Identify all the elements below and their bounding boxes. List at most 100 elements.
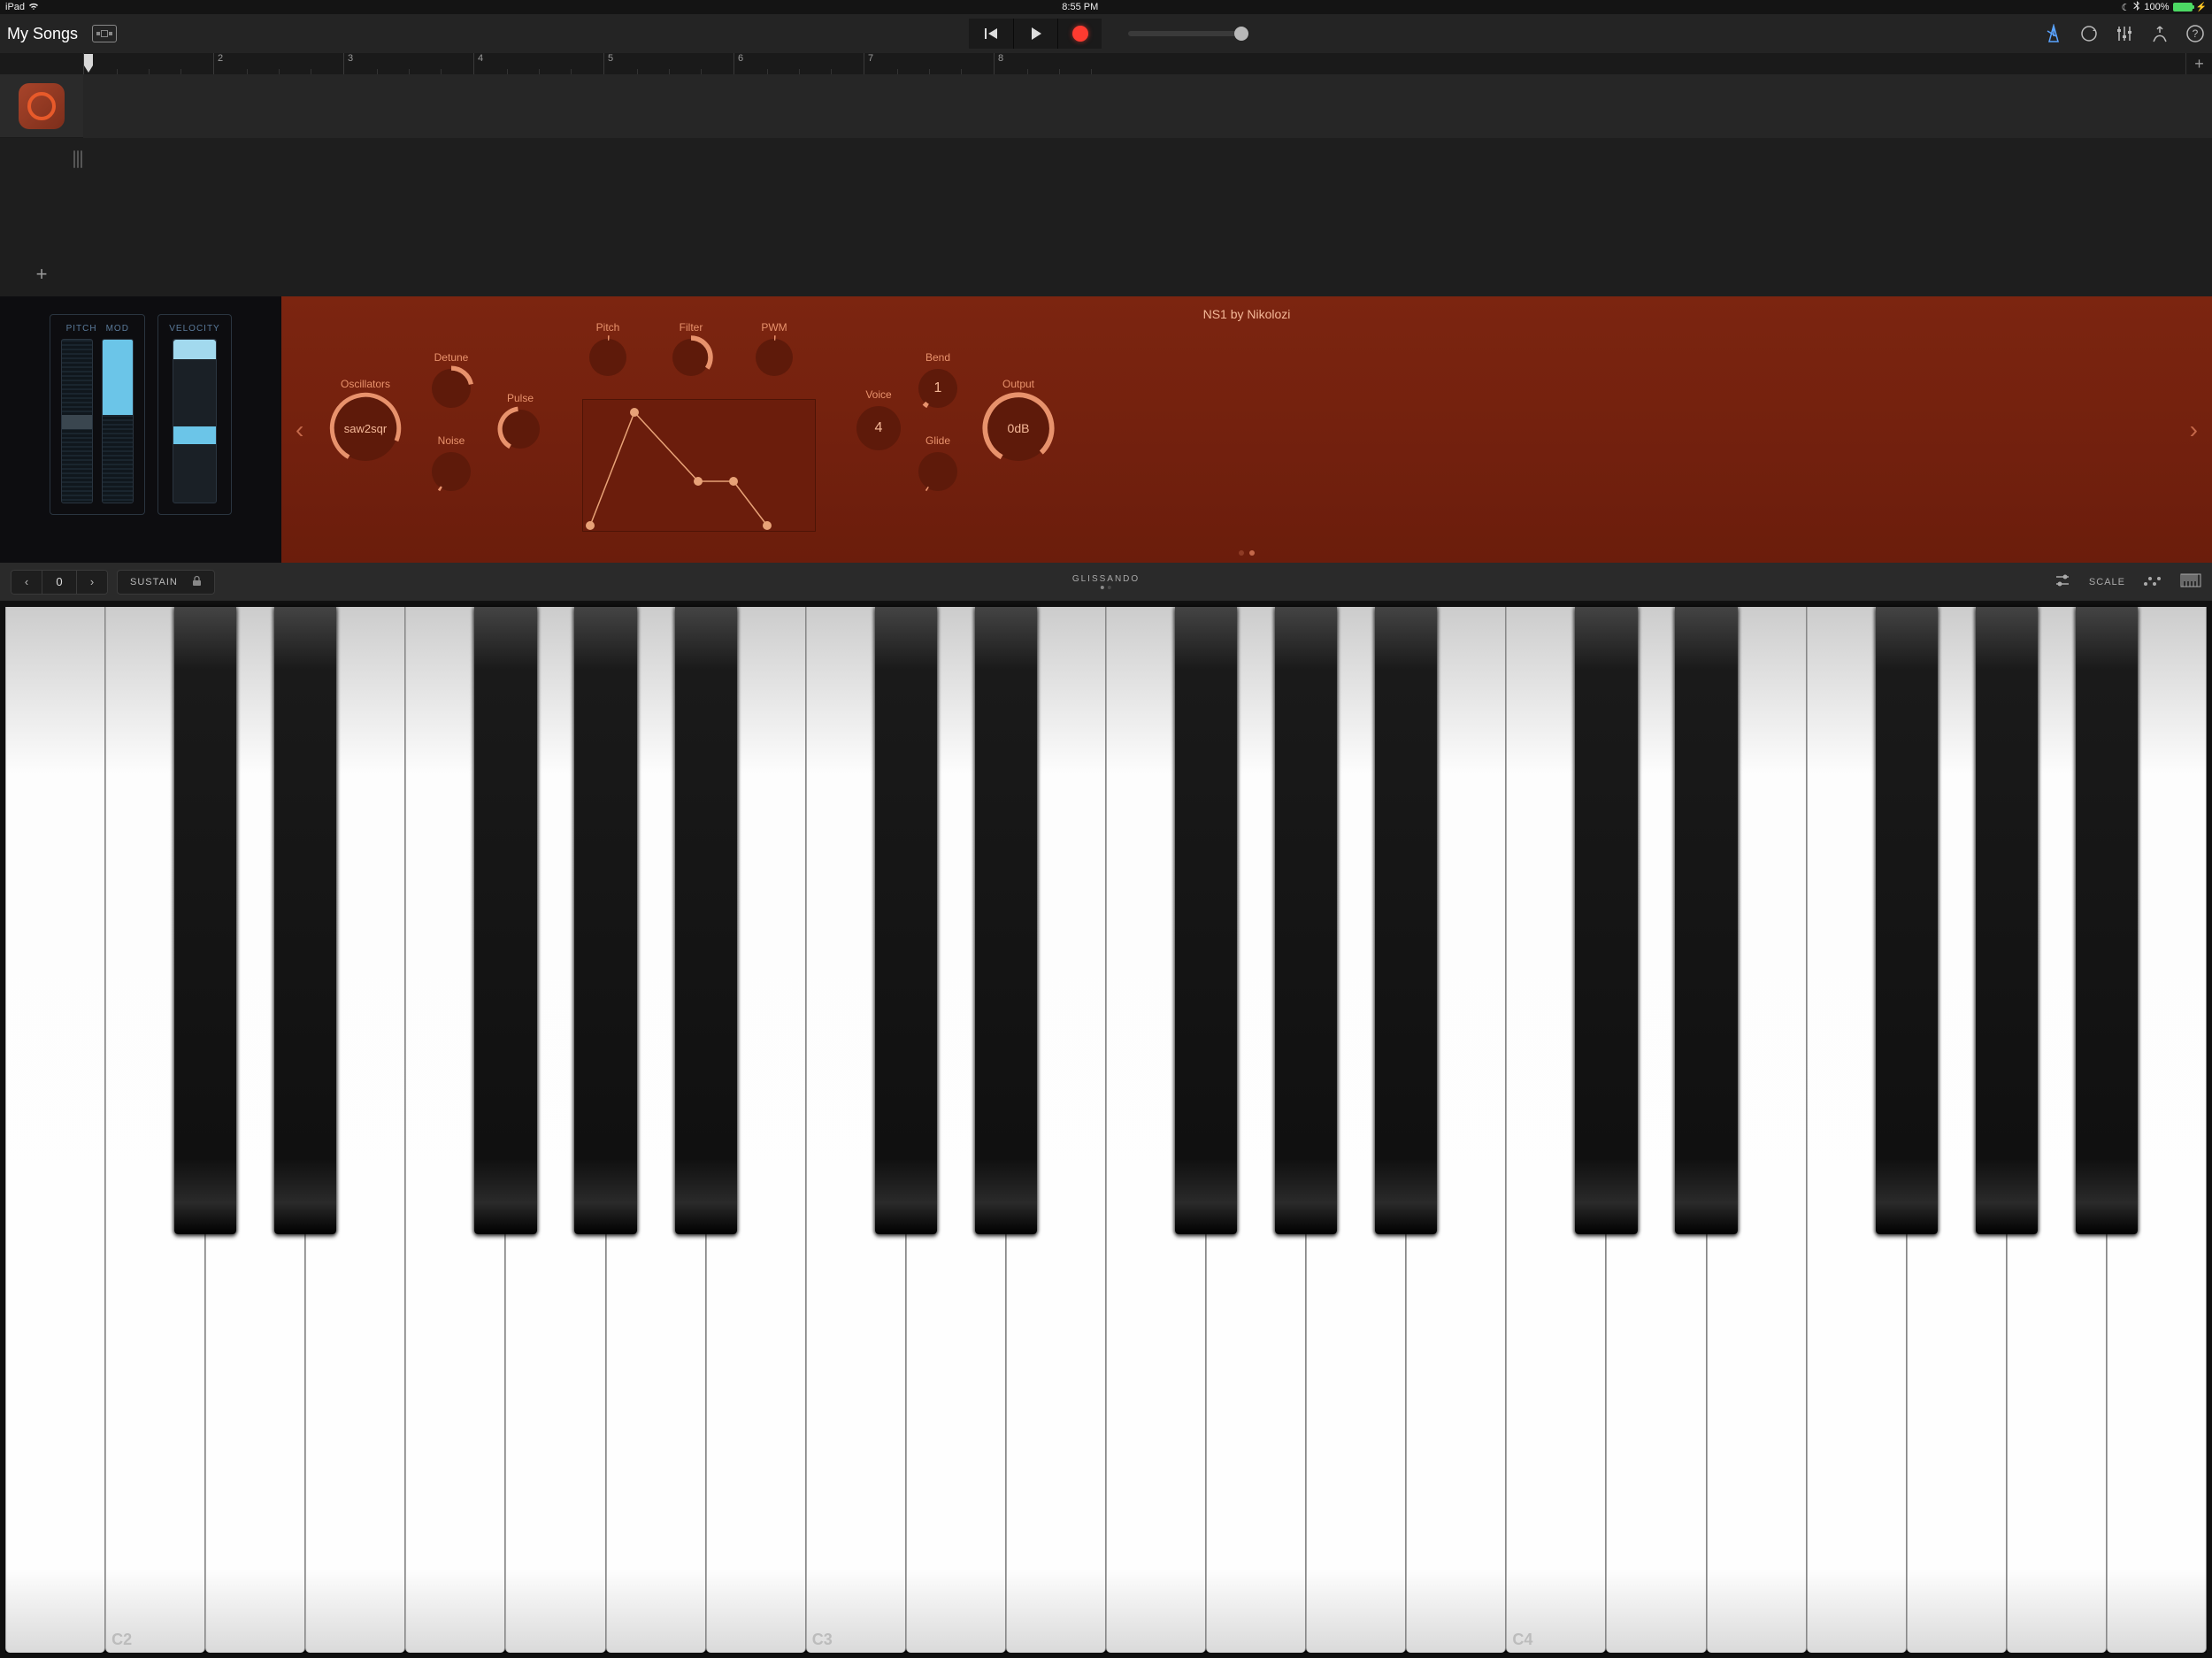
mod-label: MOD [106, 324, 129, 334]
arpeggiator-icon[interactable] [2143, 574, 2162, 589]
black-key[interactable] [1675, 607, 1737, 1234]
library-button[interactable]: My Songs [7, 25, 78, 43]
black-key[interactable] [1575, 607, 1637, 1234]
octave-value: 0 [42, 571, 77, 594]
scale-button[interactable]: SCALE [2089, 577, 2125, 587]
noise-label: Noise [432, 434, 471, 447]
clock: 8:55 PM [1062, 2, 1098, 12]
velocity-slider[interactable] [173, 339, 217, 503]
bluetooth-icon [2133, 1, 2140, 14]
measure-num: 5 [608, 53, 613, 64]
octave-stepper: ‹ 0 › [11, 570, 108, 595]
black-key[interactable] [1375, 607, 1437, 1234]
output-knob[interactable]: 0dB [986, 395, 1051, 461]
help-icon[interactable]: ? [2185, 24, 2205, 43]
battery-icon [2173, 3, 2193, 12]
timeline-ruler[interactable]: 1 2 3 4 5 6 7 8 + [0, 53, 2212, 74]
oscillators-knob[interactable]: saw2sqr [333, 395, 398, 461]
tracks-area: + [0, 74, 2212, 296]
track-resize-handle[interactable] [73, 150, 82, 168]
battery-pct: 100% [2144, 2, 2169, 12]
black-key[interactable] [675, 607, 737, 1234]
piano-keyboard: C2C3C4 [0, 602, 2212, 1658]
detune-label: Detune [432, 351, 471, 364]
metronome-icon[interactable] [2044, 24, 2063, 43]
instrument-panel: PITCH MOD VELOCITY NS1 by Nikolozi ‹ › Os… [0, 296, 2212, 563]
pwm-knob[interactable] [756, 339, 793, 376]
octave-down-button[interactable]: ‹ [12, 571, 42, 594]
view-layout-button[interactable] [92, 25, 117, 42]
black-key[interactable] [2076, 607, 2138, 1234]
envelope-editor[interactable] [582, 399, 816, 532]
white-key[interactable] [5, 607, 105, 1653]
prev-page-button[interactable]: ‹ [287, 407, 312, 453]
voice-value: 4 [875, 420, 883, 436]
pitch-label: PITCH [66, 324, 97, 334]
output-label: Output [986, 378, 1051, 390]
osc-label: Oscillators [333, 378, 398, 390]
sustain-button[interactable]: SUSTAIN [117, 570, 215, 595]
keyboard-layout-icon[interactable] [2180, 573, 2201, 590]
bend-label: Bend [918, 351, 957, 364]
black-key[interactable] [474, 607, 536, 1234]
pwm-label: PWM [756, 321, 793, 334]
black-key[interactable] [1275, 607, 1337, 1234]
mod-wheel[interactable] [102, 339, 134, 503]
add-track-button[interactable]: + [0, 252, 83, 296]
black-key[interactable] [274, 607, 336, 1234]
device-label: iPad [5, 2, 25, 12]
track-lane[interactable] [83, 74, 2212, 138]
velocity-label: VELOCITY [169, 324, 219, 334]
plugin-title: NS1 by Nikolozi [1203, 307, 1291, 321]
voice-label: Voice [856, 388, 901, 401]
status-bar: iPad 8:55 PM ☾ 100% ⚡ [0, 0, 2212, 14]
filter-knob[interactable] [672, 339, 710, 376]
record-button[interactable] [1057, 19, 1102, 49]
pitch-knob[interactable] [589, 339, 626, 376]
black-key[interactable] [875, 607, 937, 1234]
measure-num: 4 [478, 53, 483, 64]
next-page-button[interactable]: › [2181, 407, 2207, 453]
voice-knob[interactable]: 4 [856, 406, 901, 450]
measure-num: 2 [218, 53, 223, 64]
keyboard-mode[interactable]: GLISSANDO [1072, 574, 1140, 589]
black-key[interactable] [174, 607, 236, 1234]
measure-num: 6 [738, 53, 743, 64]
mode-label: GLISSANDO [1072, 574, 1140, 584]
add-section-button[interactable]: + [2185, 53, 2212, 74]
pulse-label: Pulse [501, 392, 540, 404]
rewind-button[interactable] [969, 19, 1013, 49]
bend-knob[interactable]: 1 [918, 369, 957, 408]
black-key[interactable] [1175, 607, 1237, 1234]
glide-knob[interactable] [918, 452, 957, 491]
noise-knob[interactable] [432, 452, 471, 491]
pitch-wheel[interactable] [61, 339, 93, 503]
mixer-icon[interactable] [2115, 24, 2134, 43]
detune-knob[interactable] [432, 369, 471, 408]
sustain-label: SUSTAIN [130, 577, 178, 587]
black-key[interactable] [574, 607, 636, 1234]
charging-icon: ⚡ [2196, 3, 2207, 12]
lock-icon [192, 575, 202, 589]
keyboard-toolbar: ‹ 0 › SUSTAIN GLISSANDO SCALE [0, 563, 2212, 602]
page-dots [1239, 550, 1255, 556]
instrument-icon [19, 83, 65, 129]
performance-controls: PITCH MOD VELOCITY [0, 296, 281, 563]
playhead-slider[interactable] [1128, 31, 1243, 36]
glide-label: Glide [918, 434, 957, 447]
black-key[interactable] [975, 607, 1037, 1234]
loop-icon[interactable] [2079, 24, 2099, 43]
track-header[interactable] [0, 74, 83, 138]
black-key[interactable] [1876, 607, 1938, 1234]
measure-num: 8 [998, 53, 1003, 64]
measure-num: 3 [348, 53, 353, 64]
keyboard-settings-icon[interactable] [2054, 573, 2071, 590]
settings-icon[interactable] [2150, 24, 2170, 43]
transport-controls [969, 19, 1243, 49]
svg-text:?: ? [2193, 27, 2199, 40]
app-toolbar: My Songs ? [0, 14, 2212, 53]
black-key[interactable] [1976, 607, 2038, 1234]
octave-up-button[interactable]: › [77, 571, 107, 594]
pulse-knob[interactable] [501, 410, 540, 449]
play-button[interactable] [1013, 19, 1057, 49]
